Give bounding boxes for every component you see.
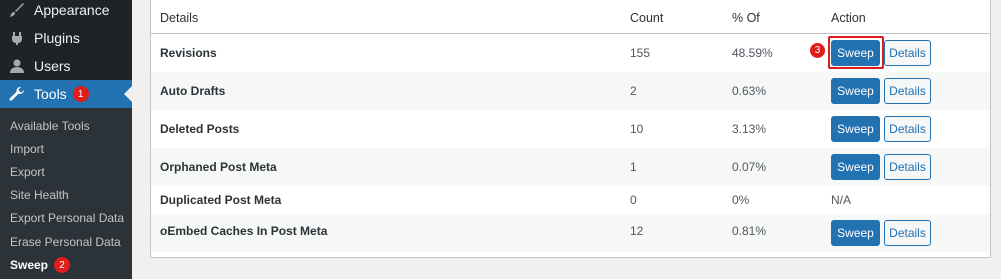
details-button[interactable]: Details: [884, 154, 931, 180]
row-actions: Sweep Details: [831, 220, 931, 246]
submenu-item-available-tools[interactable]: Available Tools: [10, 116, 90, 136]
row-percent: 0.63%: [732, 84, 767, 98]
details-button[interactable]: Details: [884, 78, 931, 104]
menu-label: Plugins: [34, 30, 80, 46]
sweep-table: Details Count % Of Action Revisions 155 …: [150, 0, 991, 258]
tools-submenu: Available Tools Import Export Site Healt…: [0, 108, 132, 279]
row-percent: 0.07%: [732, 160, 767, 174]
header-action: Action: [831, 11, 866, 25]
step-badge: 2: [54, 257, 71, 273]
header-count: Count: [630, 11, 664, 25]
paintbrush-icon: [6, 2, 28, 18]
details-button[interactable]: Details: [884, 220, 931, 246]
sweep-button[interactable]: Sweep: [831, 116, 880, 142]
submenu-item-site-health[interactable]: Site Health: [10, 185, 69, 205]
row-na: N/A: [831, 193, 852, 207]
submenu-item-erase-personal-data[interactable]: Erase Personal Data: [10, 232, 121, 252]
menu-item-appearance[interactable]: Appearance: [0, 0, 132, 24]
row-percent: 0.81%: [732, 224, 767, 238]
wrench-icon: [6, 86, 28, 102]
row-count: 2: [630, 84, 637, 98]
table-row: Duplicated Post Meta 0 0% N/A: [151, 186, 990, 214]
row-count: 12: [630, 224, 644, 238]
row-label: Duplicated Post Meta: [160, 193, 282, 207]
row-percent: 0%: [732, 193, 750, 207]
submenu-item-import[interactable]: Import: [10, 139, 44, 159]
plug-icon: [6, 30, 28, 46]
highlight-box: [828, 36, 884, 69]
sweep-button[interactable]: Sweep: [831, 220, 880, 246]
sweep-button[interactable]: Sweep: [831, 78, 880, 104]
row-percent: 3.13%: [732, 122, 767, 136]
details-button[interactable]: Details: [884, 116, 931, 142]
table-row: Auto Drafts 2 0.63% Sweep Details: [151, 72, 990, 110]
menu-item-tools[interactable]: Tools 1: [0, 80, 132, 108]
submenu-item-export[interactable]: Export: [10, 162, 45, 182]
row-count: 0: [630, 193, 637, 207]
menu-label: Appearance: [34, 2, 110, 18]
row-count: 1: [630, 160, 637, 174]
menu-item-users[interactable]: Users: [0, 52, 132, 80]
table-row: Deleted Posts 10 3.13% Sweep Details: [151, 110, 990, 148]
row-label: Revisions: [160, 46, 217, 60]
row-actions: Sweep Details: [831, 154, 931, 180]
step-badge: 3: [810, 43, 825, 58]
table-row: oEmbed Caches In Post Meta 12 0.81% Swee…: [151, 214, 990, 252]
menu-label: Tools: [34, 86, 67, 102]
table-header: Details Count % Of Action: [151, 3, 990, 33]
menu-label: Users: [34, 58, 71, 74]
row-percent: 48.59%: [732, 46, 773, 60]
submenu-item-export-personal-data[interactable]: Export Personal Data: [10, 208, 124, 228]
menu-item-plugins[interactable]: Plugins: [0, 24, 132, 52]
sweep-button[interactable]: Sweep: [831, 154, 880, 180]
details-button[interactable]: Details: [884, 40, 931, 66]
admin-sidebar: Appearance Plugins Users Tools 1 Availab…: [0, 0, 132, 279]
step-badge: 1: [72, 86, 89, 102]
header-percent: % Of: [732, 11, 760, 25]
row-actions: Sweep Details: [831, 78, 931, 104]
header-details: Details: [160, 11, 199, 25]
row-count: 10: [630, 122, 644, 136]
table-row: Orphaned Post Meta 1 0.07% Sweep Details: [151, 148, 990, 186]
row-label: oEmbed Caches In Post Meta: [160, 224, 328, 238]
row-label: Orphaned Post Meta: [160, 160, 277, 174]
row-label: Auto Drafts: [160, 84, 226, 98]
submenu-item-sweep[interactable]: Sweep 2: [10, 255, 71, 275]
row-count: 155: [630, 46, 651, 60]
row-label: Deleted Posts: [160, 122, 240, 136]
row-actions: Sweep Details: [831, 116, 931, 142]
user-icon: [6, 58, 28, 74]
